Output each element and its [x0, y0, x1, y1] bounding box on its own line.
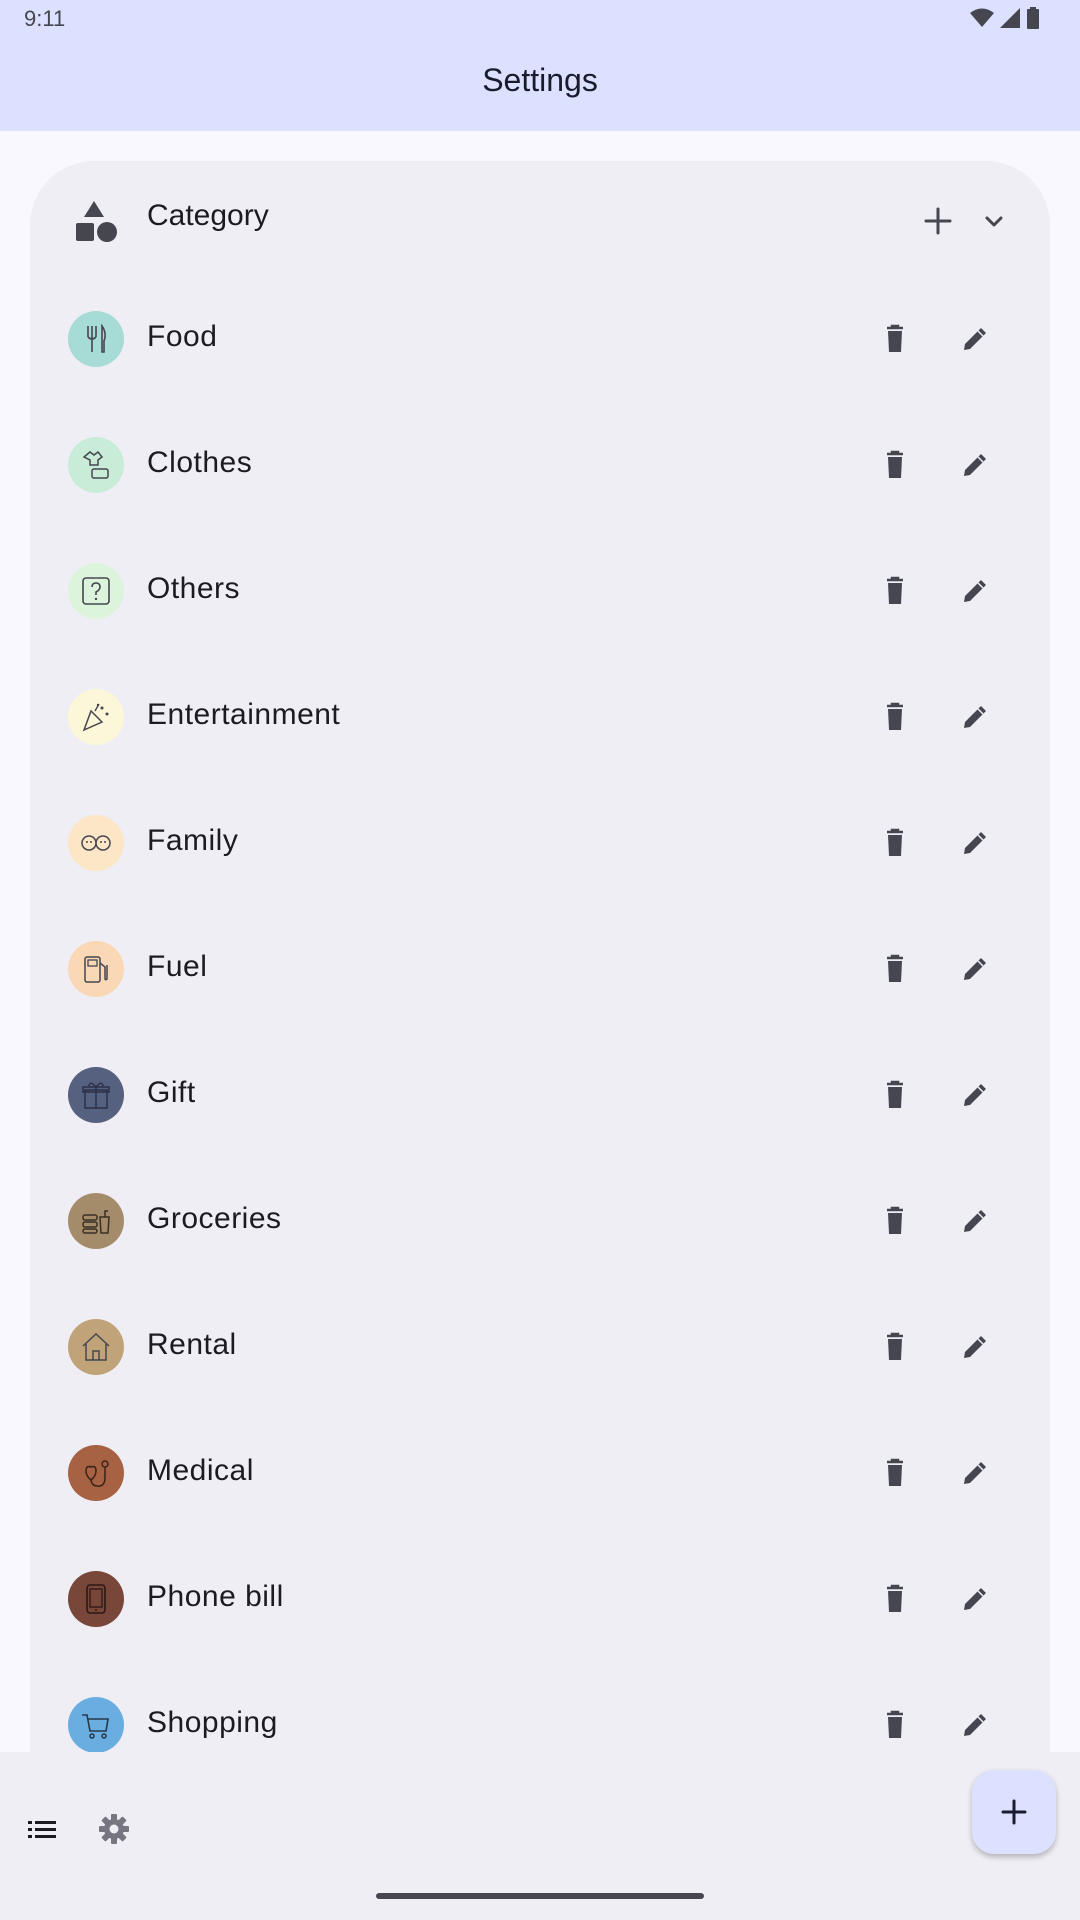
category-row[interactable]: Entertainment — [30, 654, 1050, 780]
category-label: Fuel — [147, 950, 208, 983]
fork-knife-icon — [87, 323, 106, 353]
category-avatar — [68, 1319, 124, 1375]
category-label: Family — [147, 824, 239, 857]
category-shapes-icon — [76, 201, 117, 242]
category-row[interactable]: Fuel — [30, 906, 1050, 1032]
edit-icon[interactable] — [955, 1579, 995, 1619]
add-category-icon[interactable] — [920, 203, 956, 239]
section-label: Category — [147, 199, 269, 232]
category-avatar — [68, 1193, 124, 1249]
edit-icon[interactable] — [955, 571, 995, 611]
category-row[interactable]: Clothes — [30, 402, 1050, 528]
category-label: Food — [147, 320, 218, 353]
delete-icon[interactable] — [875, 823, 915, 863]
delete-icon[interactable] — [875, 1201, 915, 1241]
bottom-bar — [0, 1752, 1080, 1920]
add-fab-button[interactable] — [972, 1770, 1056, 1854]
category-row[interactable]: Groceries — [30, 1158, 1050, 1284]
app-bar: 9:11 Settings — [0, 0, 1080, 131]
delete-icon[interactable] — [875, 1453, 915, 1493]
category-label: Groceries — [147, 1202, 282, 1235]
battery-icon — [1027, 7, 1039, 29]
edit-icon[interactable] — [955, 319, 995, 359]
stethoscope-icon — [85, 1460, 109, 1487]
status-icons — [970, 6, 1040, 30]
category-row[interactable]: Phone bill — [30, 1536, 1050, 1662]
category-avatar — [68, 1445, 124, 1501]
edit-icon[interactable] — [955, 1327, 995, 1367]
category-label: Gift — [147, 1076, 196, 1109]
edit-icon[interactable] — [955, 949, 995, 989]
category-label: Clothes — [147, 446, 253, 479]
plus-icon — [1001, 1799, 1027, 1825]
category-avatar — [68, 437, 124, 493]
party-popper-icon — [82, 703, 109, 732]
category-label: Medical — [147, 1454, 254, 1487]
category-label: Shopping — [147, 1706, 278, 1739]
category-label: Phone bill — [147, 1580, 284, 1613]
category-avatar — [68, 815, 124, 871]
category-avatar — [68, 563, 124, 619]
signal-icon — [1000, 8, 1020, 28]
delete-icon[interactable] — [875, 949, 915, 989]
gift-icon — [82, 1082, 110, 1109]
edit-icon[interactable] — [955, 445, 995, 485]
delete-icon[interactable] — [875, 1327, 915, 1367]
category-row[interactable]: Food — [30, 276, 1050, 402]
list-icon[interactable] — [26, 1814, 58, 1846]
category-row[interactable]: Medical — [30, 1410, 1050, 1536]
edit-icon[interactable] — [955, 1453, 995, 1493]
edit-icon[interactable] — [955, 1075, 995, 1115]
category-row[interactable]: Others — [30, 528, 1050, 654]
family-icon — [81, 835, 111, 851]
fuel-pump-icon — [84, 956, 108, 983]
edit-icon[interactable] — [955, 697, 995, 737]
category-avatar — [68, 941, 124, 997]
edit-icon[interactable] — [955, 1201, 995, 1241]
category-card: Category Food Clothes Others Entertainment F… — [30, 161, 1050, 1901]
question-icon — [82, 577, 110, 605]
edit-icon[interactable] — [955, 823, 995, 863]
category-row[interactable]: Rental — [30, 1284, 1050, 1410]
delete-icon[interactable] — [875, 1075, 915, 1115]
category-row[interactable]: Gift — [30, 1032, 1050, 1158]
delete-icon[interactable] — [875, 445, 915, 485]
category-label: Entertainment — [147, 698, 341, 731]
phone-icon — [86, 1584, 106, 1614]
delete-icon[interactable] — [875, 571, 915, 611]
category-label: Others — [147, 572, 241, 605]
category-avatar — [68, 1571, 124, 1627]
delete-icon[interactable] — [875, 1579, 915, 1619]
delete-icon[interactable] — [875, 697, 915, 737]
category-header[interactable]: Category — [30, 161, 1050, 276]
chevron-down-icon[interactable] — [976, 203, 1012, 239]
category-row[interactable]: Family — [30, 780, 1050, 906]
cart-icon — [82, 1714, 109, 1739]
groceries-icon — [82, 1210, 110, 1234]
house-icon — [82, 1332, 110, 1361]
edit-icon[interactable] — [955, 1705, 995, 1745]
clothes-icon — [82, 450, 109, 479]
home-indicator — [376, 1893, 704, 1899]
category-avatar — [68, 1067, 124, 1123]
category-label: Rental — [147, 1328, 237, 1361]
page-title: Settings — [482, 62, 598, 98]
status-time: 9:11 — [24, 6, 66, 31]
gear-icon[interactable] — [97, 1812, 131, 1846]
category-avatar — [68, 689, 124, 745]
delete-icon[interactable] — [875, 319, 915, 359]
wifi-icon — [970, 8, 994, 27]
category-avatar — [68, 1697, 124, 1753]
category-avatar — [68, 311, 124, 367]
delete-icon[interactable] — [875, 1705, 915, 1745]
